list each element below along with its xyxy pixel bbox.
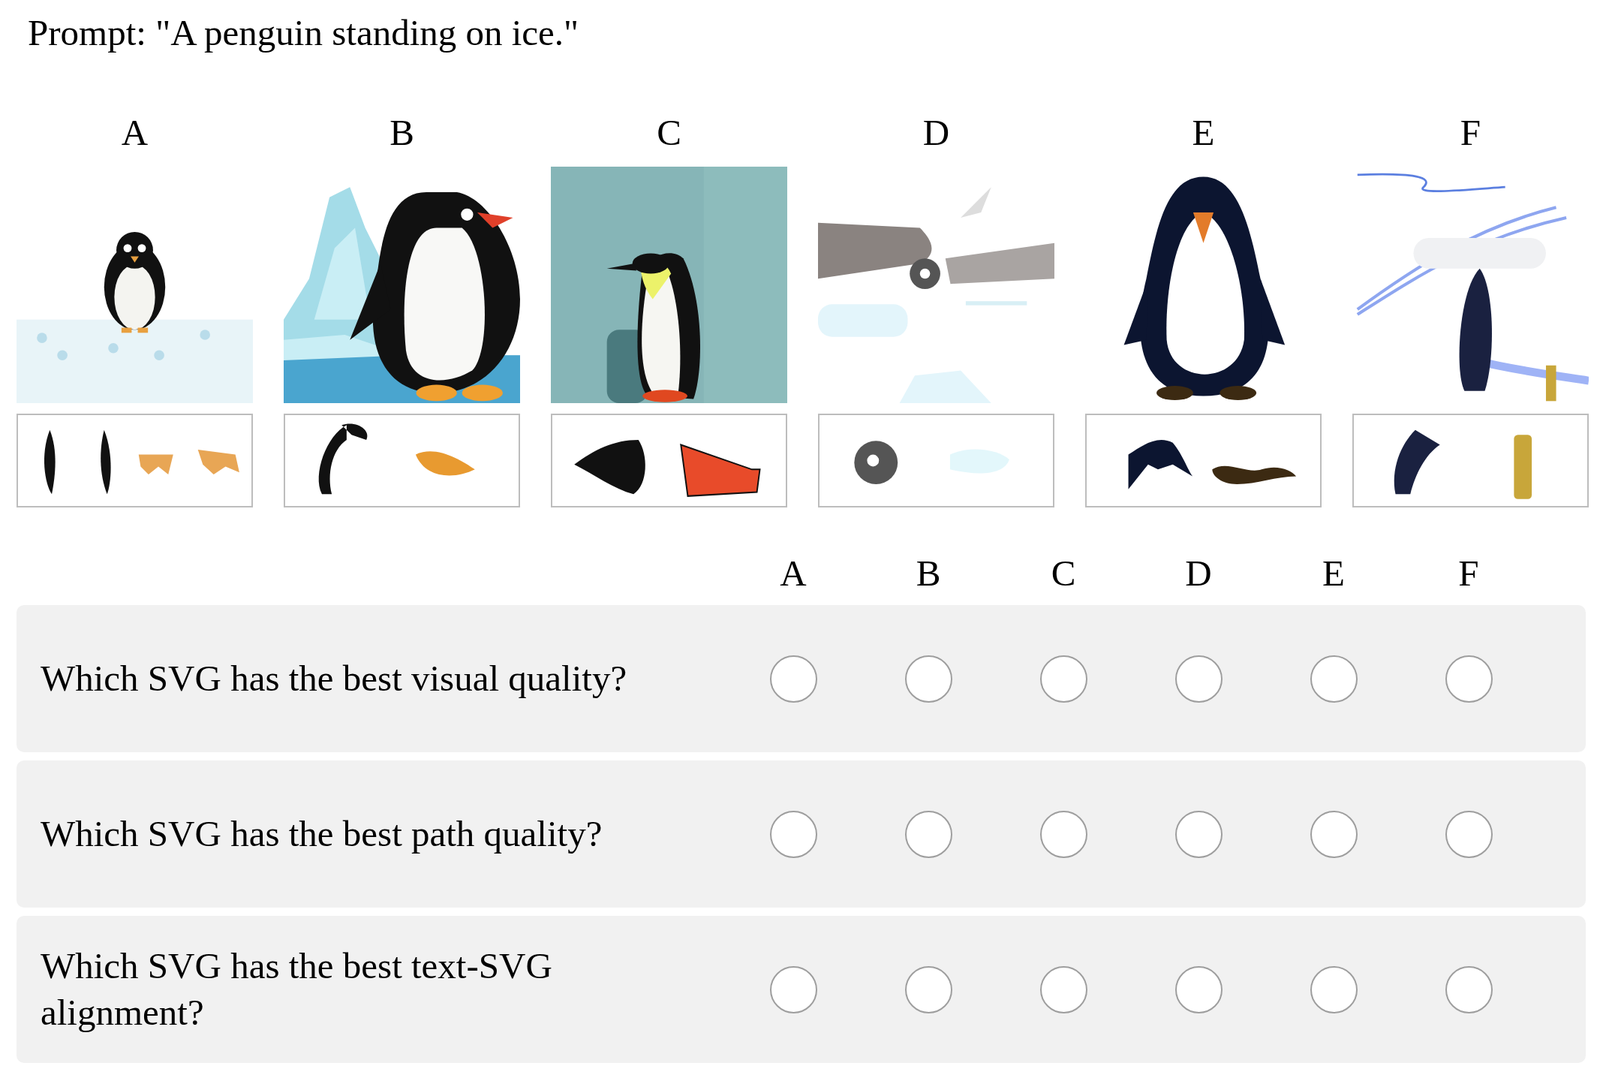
column-label: B: [860, 552, 996, 595]
radio-button[interactable]: [1310, 965, 1358, 1014]
path-thumbnail: [1085, 413, 1322, 508]
radio-button[interactable]: [1310, 810, 1358, 858]
option-image: [818, 166, 1055, 404]
radio-button[interactable]: [1175, 810, 1223, 858]
radio-button[interactable]: [1175, 965, 1223, 1014]
option-label: C: [656, 111, 682, 154]
path-thumbnail: [283, 413, 521, 508]
question-text: Which SVG has the best visual quality?: [40, 655, 686, 702]
column-label: D: [1130, 552, 1267, 595]
path-preview-image: [819, 415, 1053, 506]
choice-cell: [1401, 810, 1537, 858]
option-image: [550, 166, 788, 404]
option-card: B: [283, 111, 521, 508]
path-preview-image: [18, 415, 252, 506]
choice-cell: [1130, 655, 1267, 703]
option-label: E: [1192, 111, 1216, 154]
radio-button[interactable]: [1445, 810, 1493, 858]
choice-cell: [1266, 655, 1402, 703]
radio-button[interactable]: [769, 655, 818, 703]
option-card: E: [1085, 111, 1322, 508]
question-text: Which SVG has the best text-SVG alignmen…: [40, 942, 686, 1036]
option-label: D: [923, 111, 950, 154]
choice-cell: [1401, 965, 1537, 1014]
question-cell: Which SVG has the best text-SVG alignmen…: [16, 942, 726, 1036]
option-card: D: [818, 111, 1055, 508]
penguin-image: [16, 166, 253, 404]
radio-button[interactable]: [1040, 810, 1088, 858]
option-image: [1352, 166, 1589, 404]
path-preview-image: [1086, 415, 1321, 506]
penguin-image: [283, 166, 521, 404]
column-label: C: [995, 552, 1131, 595]
choice-cell: [1130, 965, 1267, 1014]
choice-cell: [1266, 965, 1402, 1014]
penguin-image: [550, 166, 788, 404]
question-row: Which SVG has the best path quality?: [16, 760, 1586, 908]
option-card: F: [1352, 111, 1589, 508]
radio-button[interactable]: [1040, 655, 1088, 703]
question-list: Which SVG has the best visual quality? Wh…: [16, 604, 1586, 1063]
option-label: A: [121, 111, 148, 154]
path-preview-image: [552, 415, 786, 506]
option-image: [16, 166, 253, 404]
choice-cell: [860, 810, 996, 858]
radio-button[interactable]: [905, 965, 953, 1014]
question-text: Which SVG has the best path quality?: [40, 810, 686, 858]
path-thumbnail: [1352, 413, 1589, 508]
radio-button[interactable]: [1445, 965, 1493, 1014]
choice-cell: [995, 655, 1131, 703]
radio-button[interactable]: [1175, 655, 1223, 703]
choice-cell: [860, 965, 996, 1014]
path-thumbnail: [818, 413, 1055, 508]
penguin-image: [1085, 166, 1322, 404]
option-card: C: [550, 111, 788, 508]
option-card: A: [16, 111, 253, 508]
question-cell: Which SVG has the best visual quality?: [16, 655, 726, 702]
radio-button[interactable]: [1040, 965, 1088, 1014]
option-label: B: [389, 111, 415, 154]
radio-button[interactable]: [1445, 655, 1493, 703]
option-image: [1085, 166, 1322, 404]
option-image: [283, 166, 521, 404]
choice-cell: [860, 655, 996, 703]
path-thumbnail: [16, 413, 253, 508]
radio-button[interactable]: [905, 655, 953, 703]
radio-button[interactable]: [769, 965, 818, 1014]
column-label: F: [1401, 552, 1537, 595]
column-label: E: [1266, 552, 1402, 595]
question-row: Which SVG has the best visual quality?: [16, 604, 1586, 752]
option-label: F: [1460, 111, 1481, 154]
penguin-image: [818, 166, 1055, 404]
path-thumbnail: [550, 413, 788, 508]
penguin-image: [1352, 166, 1589, 404]
path-preview-image: [285, 415, 519, 506]
choice-cell: [725, 965, 861, 1014]
question-row: Which SVG has the best text-SVG alignmen…: [16, 915, 1586, 1063]
choice-cell: [1130, 810, 1267, 858]
choice-cell: [1266, 810, 1402, 858]
column-label: A: [725, 552, 861, 595]
question-cell: Which SVG has the best path quality?: [16, 810, 726, 858]
survey-prompt: Prompt: "A penguin standing on ice.": [0, 0, 1600, 55]
choice-cell: [995, 965, 1131, 1014]
choice-cell: [725, 810, 861, 858]
choice-cell: [995, 810, 1131, 858]
radio-button[interactable]: [769, 810, 818, 858]
choice-cell: [1401, 655, 1537, 703]
option-grid: A B C D E F: [16, 111, 1600, 508]
radio-button[interactable]: [1310, 655, 1358, 703]
choice-cell: [725, 655, 861, 703]
radio-button[interactable]: [905, 810, 953, 858]
path-preview-image: [1353, 415, 1588, 506]
choice-header: ABCDEF: [16, 552, 1586, 595]
